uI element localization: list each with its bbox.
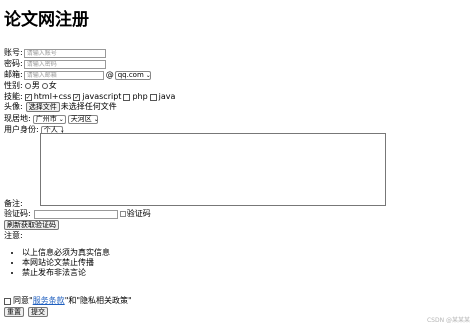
email-label: 邮箱: — [4, 70, 23, 79]
agree-suffix: "和"隐私相关政策" — [64, 296, 132, 305]
gender-male-radio[interactable] — [24, 83, 31, 89]
skill-javascript-checkbox[interactable]: ✓ — [73, 93, 81, 101]
skill-java-checkbox[interactable] — [149, 93, 157, 101]
notice-label: 注意: — [4, 231, 23, 240]
captcha-image[interactable]: 验证码 — [119, 209, 151, 219]
chevron-down-icon: ⌄ — [93, 115, 99, 123]
captcha-row: 验证码: 验证码 — [4, 209, 151, 219]
reset-button[interactable]: 重置 — [4, 307, 24, 317]
gender-female-label: 女 — [48, 81, 57, 90]
email-row: 邮箱: @ qq.com ⌄ — [4, 70, 151, 80]
refresh-row: 刷新获取验证码 — [4, 220, 59, 230]
skill-javascript-label: javascript — [82, 92, 122, 101]
list-item: 禁止发布非法言论 — [22, 268, 110, 278]
location-row: 现居地: 广州市 ⌄ 天河区 ⌄ — [4, 114, 99, 124]
file-status: 未选择任何文件 — [60, 102, 117, 111]
skill-php-checkbox[interactable] — [123, 93, 131, 101]
choose-file-button[interactable]: 选择文件 — [25, 102, 60, 112]
agree-prefix: 同意" — [13, 296, 33, 305]
skill-htmlcss-checkbox[interactable]: ✓ — [24, 93, 32, 101]
notice-list: 以上信息必须为真实信息 本网站论文禁止传播 禁止发布非法言论 — [12, 248, 110, 278]
list-item: 本网站论文禁止传播 — [22, 258, 110, 268]
captcha-input[interactable] — [33, 209, 118, 219]
gender-female-radio[interactable] — [41, 83, 48, 89]
skill-java-label: java — [158, 92, 176, 101]
location-label: 现居地: — [4, 114, 31, 123]
avatar-label: 头像: — [4, 102, 23, 111]
refresh-captcha-button[interactable]: 刷新获取验证码 — [4, 220, 59, 230]
broken-image-icon — [119, 211, 126, 217]
chevron-down-icon: ⌄ — [145, 71, 151, 79]
account-input[interactable] — [23, 48, 106, 58]
district-value: 天河区 — [70, 114, 92, 123]
chevron-down-icon: ⌄ — [58, 115, 64, 123]
gender-row: 性别: 男 女 — [4, 81, 57, 91]
skills-row: 技能: ✓ html+css ✓ javascript php java — [4, 92, 175, 102]
agree-checkbox[interactable] — [4, 297, 11, 305]
terms-link[interactable]: 服务条款 — [33, 296, 65, 306]
account-row: 账号: — [4, 48, 106, 58]
account-label: 账号: — [4, 48, 23, 57]
remark-row: 备注: — [4, 199, 23, 209]
city-value: 广州市 — [35, 114, 57, 123]
identity-label: 用户身份: — [4, 125, 39, 134]
captcha-image-alt: 验证码 — [126, 209, 151, 218]
password-label: 密码: — [4, 59, 23, 68]
watermark: CSDN @某某某 — [426, 317, 470, 324]
submit-button[interactable]: 提交 — [28, 307, 48, 317]
at-symbol: @ — [105, 70, 114, 79]
skill-php-label: php — [132, 92, 148, 101]
list-item: 以上信息必须为真实信息 — [22, 248, 110, 258]
skills-label: 技能: — [4, 92, 23, 101]
notice-row: 注意: — [4, 231, 23, 241]
avatar-row: 头像: 选择文件 未选择任何文件 — [4, 102, 117, 112]
remark-label: 备注: — [4, 199, 23, 208]
gender-male-label: 男 — [31, 81, 40, 90]
city-select[interactable]: 广州市 ⌄ — [32, 114, 66, 124]
password-input[interactable] — [23, 59, 106, 69]
district-select[interactable]: 天河区 ⌄ — [67, 114, 99, 124]
email-input[interactable] — [23, 70, 104, 80]
remark-textarea[interactable] — [40, 133, 386, 206]
password-row: 密码: — [4, 59, 106, 69]
gender-label: 性别: — [4, 81, 23, 90]
captcha-label: 验证码: — [4, 209, 31, 218]
email-domain-value: qq.com — [117, 70, 144, 79]
skill-htmlcss-label: html+css — [33, 92, 72, 101]
page-title: 论文网注册 — [4, 10, 89, 30]
action-buttons: 重置 提交 — [4, 307, 48, 317]
agree-row: 同意" 服务条款 "和"隐私相关政策" — [4, 296, 132, 306]
email-domain-select[interactable]: qq.com ⌄ — [114, 70, 151, 80]
